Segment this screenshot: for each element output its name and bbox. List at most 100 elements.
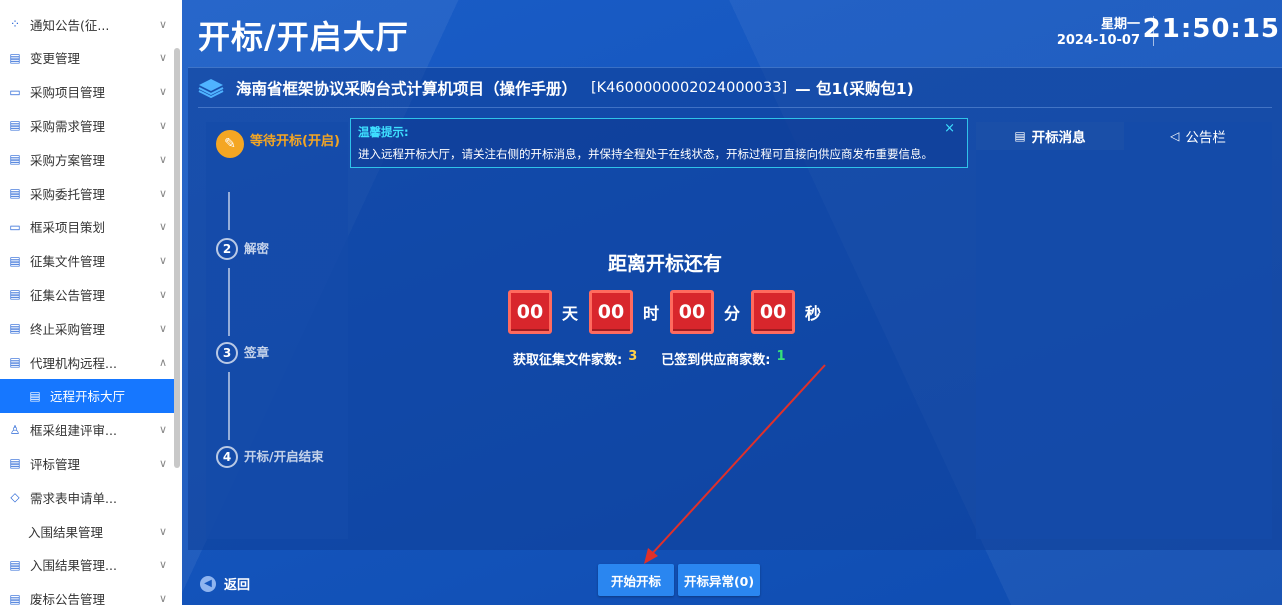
chevron-down-icon: ∨ (158, 321, 168, 335)
sidebar-item-label: 框采项目策划 (30, 220, 106, 236)
sidebar-item[interactable]: ▤ 远程开标大厅 (0, 378, 174, 413)
chevron-down-icon: ∨ (158, 558, 168, 572)
sidebar-item-label: 采购委托管理 (30, 186, 106, 202)
sidebar-item-label: 入围结果管理... (30, 558, 117, 574)
step-finish: 4 开标/开启结束 (216, 446, 324, 468)
sidebar: ⁘ 通知公告(征... ∨ ▤ 变更管理 ∨ ▭ 采购项目管理 ∨ ▤ 采购需求管理 ∨ ▤ 采购方案管理… (0, 0, 182, 605)
sidebar-item[interactable]: ▤ 征集文件管理 ∨ (0, 244, 174, 278)
files-value: 3 (628, 349, 638, 364)
step-label: 开标/开启结束 (244, 449, 324, 464)
main-area: 开标/开启大厅 星期一 2024-10-07 21:50:15 海南省框架协议采… (182, 0, 1282, 605)
sidebar-item-label: 代理机构远程... (30, 355, 117, 371)
step-number: 2 (216, 238, 238, 260)
sidebar-item[interactable]: ▤ 代理机构远程... ∧ (0, 345, 174, 379)
opening-abnormal-button[interactable]: 开标异常(0) (678, 564, 760, 596)
sidebar-item[interactable]: ▭ 框采项目策划 ∨ (0, 210, 174, 244)
close-icon[interactable]: × (944, 121, 955, 136)
doc-icon: ▤ (9, 591, 21, 605)
folder-icon: ▭ (9, 219, 21, 234)
chevron-down-icon: ∨ (158, 456, 168, 470)
sidebar-item-label: 框采组建评审... (30, 423, 117, 439)
step-sign: 3 签章 (216, 342, 269, 364)
sidebar-item-label: 终止采购管理 (30, 321, 106, 337)
back-button[interactable]: ◀ 返回 (200, 574, 250, 593)
sidebar-item[interactable]: ♙ 框采组建评审... ∨ (0, 413, 174, 447)
signed-value: 1 (776, 349, 786, 364)
countdown-seconds: 00 (751, 290, 796, 334)
speaker-icon: ◁ (1170, 129, 1180, 143)
sidebar-item[interactable]: ▤ 征集公告管理 ∨ (0, 277, 174, 311)
step-connector (228, 192, 230, 230)
sidebar-item[interactable]: ▭ 采购项目管理 ∨ (0, 75, 174, 109)
doc-icon: ▤ (9, 355, 21, 369)
sidebar-item-label: 征集文件管理 (30, 254, 106, 270)
step-number: 4 (216, 446, 238, 468)
stats-row: 获取征集文件家数: 3 已签到供应商家数: 1 (513, 349, 786, 368)
step-label: 解密 (244, 241, 270, 256)
sidebar-item[interactable]: ▤ 变更管理 ∨ (0, 41, 174, 75)
step-decrypt: 2 解密 (216, 238, 269, 260)
doc-icon: ▤ (9, 118, 21, 133)
chevron-down-icon: ∨ (158, 51, 168, 65)
doc-icon: ▤ (9, 186, 21, 200)
sidebar-item[interactable]: ▤ 废标公告管理 ∨ (0, 582, 174, 605)
layers-icon (198, 78, 224, 98)
doc-icon: ▤ (9, 50, 21, 65)
project-code: [K4600000002024000033] (591, 79, 788, 96)
hours-unit: 时 (643, 304, 660, 323)
doc-icon: ▤ (9, 287, 21, 302)
step-waiting: ✎ 等待开标(开启) (216, 130, 340, 158)
sidebar-item[interactable]: ⁘ 通知公告(征... ∨ (0, 7, 174, 41)
message-icon: ▤ (1014, 129, 1026, 143)
doc-icon: ▤ (9, 152, 21, 167)
sidebar-item[interactable]: ▤ 采购委托管理 ∨ (0, 176, 174, 210)
tip-box: 温馨提示: 进入远程开标大厅，请关注右侧的开标消息，并保持全程处于在线状态，开标… (350, 118, 968, 168)
page-title: 开标/开启大厅 (198, 18, 409, 56)
sidebar-item[interactable]: ▤ 入围结果管理... ∨ (0, 548, 174, 582)
sidebar-item-label: 需求表申请单... (30, 490, 117, 506)
chevron-down-icon: ∨ (158, 592, 168, 605)
step-number: 3 (216, 342, 238, 364)
countdown-minutes: 00 (670, 290, 715, 334)
doc-icon: ▤ (9, 456, 21, 471)
opening-panel: 海南省框架协议采购台式计算机项目（操作手册） [K460000000202400… (188, 67, 1282, 550)
days-unit: 天 (562, 304, 579, 323)
tip-text: 进入远程开标大厅，请关注右侧的开标消息，并保持全程处于在线状态，开标过程可直接向… (358, 147, 933, 161)
sidebar-item[interactable]: ▤ 评标管理 ∨ (0, 446, 174, 480)
sidebar-item-label: 通知公告(征... (30, 17, 110, 33)
sidebar-item[interactable]: ▤ 采购需求管理 ∨ (0, 108, 174, 142)
step-progress: ✎ 等待开标(开启) 2 解密 3 签章 4 开标/开启结束 (206, 122, 348, 539)
countdown-days: 00 (508, 290, 552, 334)
step-label: 签章 (244, 345, 270, 360)
project-name: 海南省框架协议采购台式计算机项目（操作手册） (236, 79, 578, 98)
tab-label: 公告栏 (1185, 130, 1226, 146)
chevron-down-icon: ∨ (158, 85, 168, 99)
project-header: 海南省框架协议采购台式计算机项目（操作手册） [K460000000202400… (198, 68, 1272, 108)
weekday-label: 星期一 (1100, 17, 1140, 32)
date-label: 2024-10-07 (1056, 33, 1140, 48)
diamond-icon: ◇ (10, 490, 20, 505)
doc-icon: ▤ (9, 321, 21, 336)
start-opening-button[interactable]: 开始开标 (598, 564, 674, 596)
folder-icon: ▭ (9, 84, 21, 99)
chevron-down-icon: ∨ (158, 287, 168, 301)
step-label: 等待开标(开启) (250, 134, 340, 149)
step-connector (228, 268, 230, 336)
chevron-down-icon: ∨ (158, 186, 168, 200)
sidebar-item-label: 入围结果管理 (28, 524, 104, 540)
sidebar-item[interactable]: ▤ 采购方案管理 ∨ (0, 142, 174, 176)
sidebar-item[interactable]: 入围结果管理 ∨ (0, 514, 174, 548)
chevron-up-icon: ∧ (158, 355, 168, 369)
clock-time: 21:50:15 (1142, 14, 1280, 44)
seconds-unit: 秒 (805, 304, 822, 323)
sidebar-item[interactable]: ◇ 需求表申请单... (0, 480, 174, 514)
sidebar-scrollbar[interactable] (174, 48, 180, 468)
tab-notice-board[interactable]: ◁ 公告栏 (1124, 122, 1272, 150)
chevron-down-icon: ∨ (158, 423, 168, 437)
chevron-down-icon: ∨ (158, 220, 168, 234)
minutes-unit: 分 (724, 304, 741, 323)
files-label: 获取征集文件家数: (513, 353, 623, 368)
sidebar-item[interactable]: ▤ 终止采购管理 ∨ (0, 311, 174, 345)
back-icon: ◀ (200, 575, 216, 592)
tab-opening-messages[interactable]: ▤ 开标消息 (976, 122, 1124, 150)
